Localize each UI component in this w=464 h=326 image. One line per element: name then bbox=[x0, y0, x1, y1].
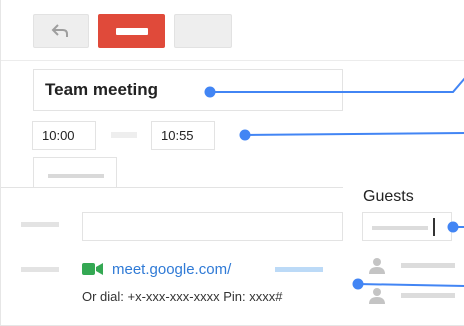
event-title-field[interactable]: Team meeting bbox=[33, 69, 343, 111]
guest-item[interactable] bbox=[363, 254, 463, 280]
callout-time bbox=[239, 129, 464, 141]
location-label-placeholder bbox=[21, 222, 59, 227]
guest-name-placeholder bbox=[401, 293, 455, 298]
video-camera-icon bbox=[82, 263, 103, 275]
dial-in-text: Or dial: +x-xxx-xxx-xxxx Pin: xxxx# bbox=[82, 289, 283, 304]
text-caret bbox=[433, 218, 435, 236]
person-icon bbox=[369, 258, 385, 274]
delete-icon bbox=[115, 27, 148, 35]
back-button[interactable] bbox=[33, 14, 89, 48]
event-editor: Team meeting 10:00 10:55 Guests meet.goo… bbox=[0, 0, 464, 326]
guest-name-placeholder bbox=[401, 263, 455, 268]
event-title-text: Team meeting bbox=[45, 80, 159, 99]
add-guests-input[interactable] bbox=[362, 212, 452, 241]
delete-button[interactable] bbox=[98, 14, 165, 48]
conferencing-label-placeholder bbox=[21, 267, 59, 272]
tab-event-details[interactable] bbox=[33, 157, 117, 188]
location-input[interactable] bbox=[82, 212, 343, 241]
end-time-text: 10:55 bbox=[161, 128, 194, 143]
start-time-field[interactable]: 10:00 bbox=[32, 121, 96, 150]
tab-label-placeholder bbox=[48, 174, 104, 178]
conference-link-row: meet.google.com/ bbox=[82, 259, 231, 279]
person-icon bbox=[369, 288, 385, 304]
toolbar bbox=[1, 0, 464, 58]
guest-item[interactable] bbox=[363, 284, 463, 310]
end-time-field[interactable]: 10:55 bbox=[151, 121, 215, 150]
start-time-text: 10:00 bbox=[42, 128, 75, 143]
tab-underline bbox=[1, 187, 343, 188]
guests-heading: Guests bbox=[363, 188, 414, 205]
meet-link-placeholder bbox=[275, 267, 323, 272]
date-placeholder bbox=[111, 132, 137, 138]
more-actions-button[interactable] bbox=[174, 14, 232, 48]
meet-link[interactable]: meet.google.com/ bbox=[112, 261, 231, 278]
back-icon bbox=[51, 24, 68, 37]
toolbar-divider bbox=[1, 60, 464, 61]
add-guests-placeholder bbox=[372, 226, 428, 230]
